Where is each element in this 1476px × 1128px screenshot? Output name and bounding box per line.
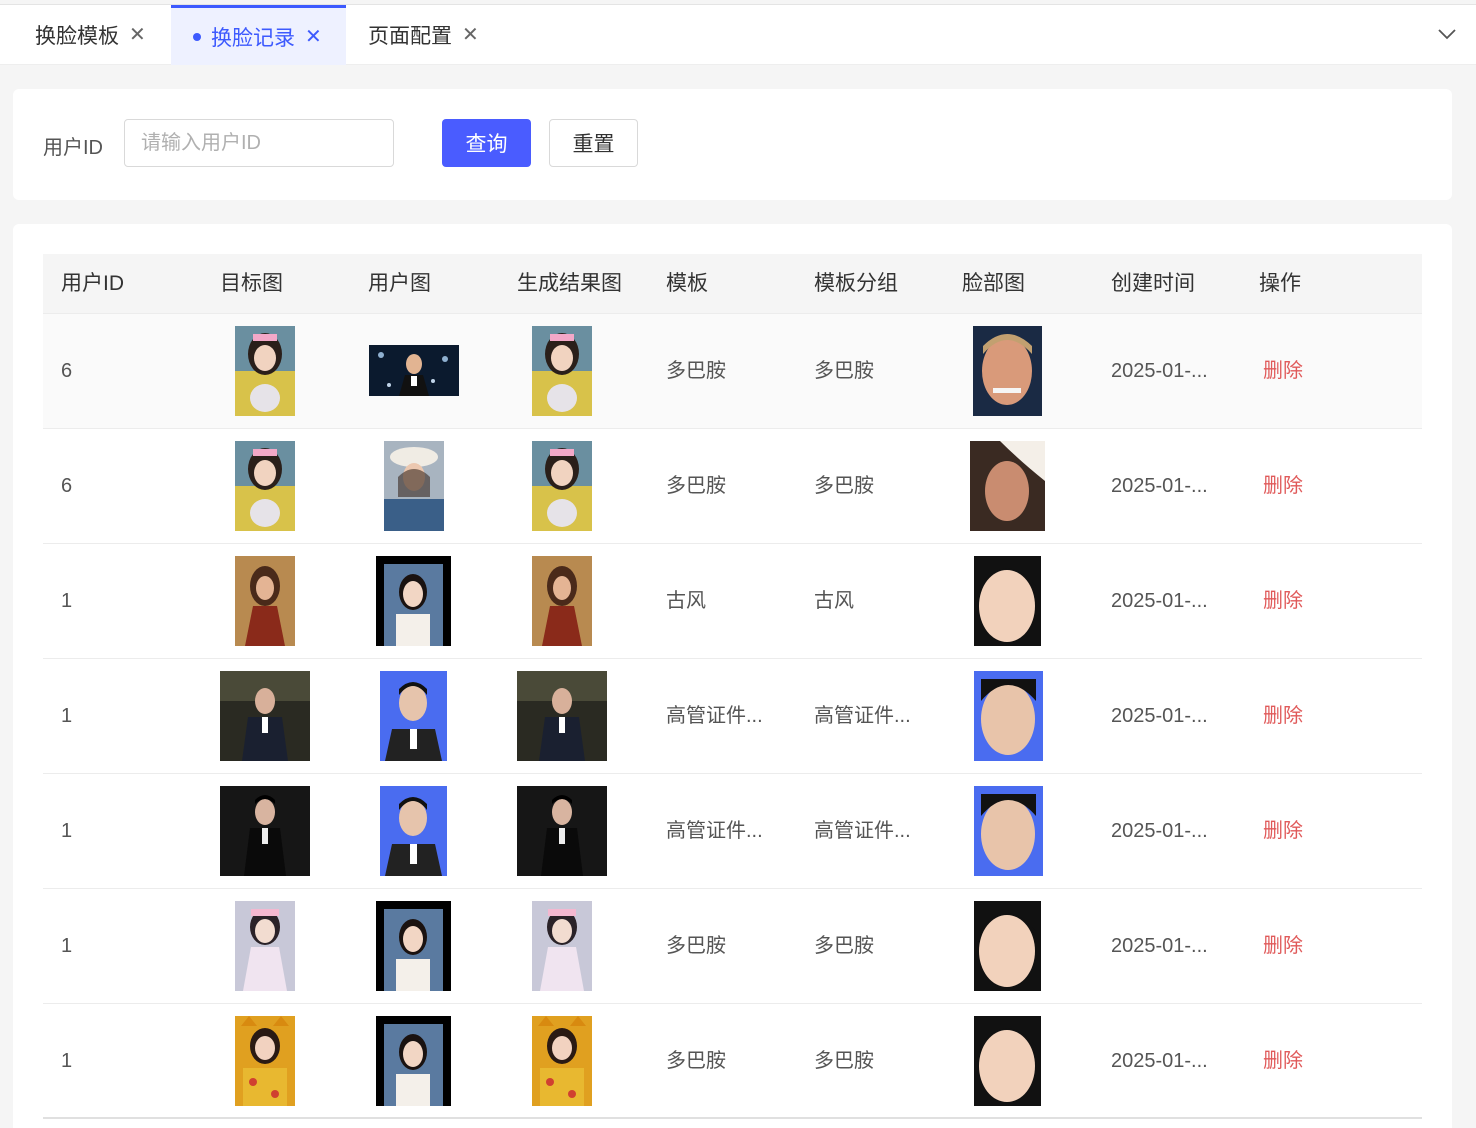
cell-user-id: 1 bbox=[61, 1050, 73, 1072]
col-user-image: 用户图 bbox=[368, 272, 431, 295]
user-image-thumbnail[interactable] bbox=[376, 901, 451, 991]
target-image-thumbnail[interactable] bbox=[235, 441, 295, 531]
tab-face-swap-records[interactable]: 换脸记录 ✕ bbox=[171, 5, 346, 65]
cell-created-time: 2025-01-... bbox=[1111, 590, 1208, 612]
cell-template-group: 高管证件... bbox=[814, 820, 911, 842]
col-created-time: 创建时间 bbox=[1111, 272, 1195, 295]
cell-created-time: 2025-01-... bbox=[1111, 360, 1208, 382]
result-image-thumbnail[interactable] bbox=[532, 441, 592, 531]
close-icon[interactable]: ✕ bbox=[129, 25, 146, 45]
cell-created-time: 2025-01-... bbox=[1111, 935, 1208, 957]
face-image-thumbnail[interactable] bbox=[970, 441, 1045, 531]
cell-created-time: 2025-01-... bbox=[1111, 705, 1208, 727]
result-image-thumbnail[interactable] bbox=[532, 326, 592, 416]
result-image-thumbnail[interactable] bbox=[532, 1016, 592, 1106]
close-icon[interactable]: ✕ bbox=[462, 25, 479, 45]
cell-created-time: 2025-01-... bbox=[1111, 820, 1208, 842]
face-image-thumbnail[interactable] bbox=[974, 671, 1043, 761]
result-image-thumbnail[interactable] bbox=[517, 671, 607, 761]
target-image-thumbnail[interactable] bbox=[235, 901, 295, 991]
cell-template: 多巴胺 bbox=[666, 1050, 726, 1072]
face-image-thumbnail[interactable] bbox=[974, 1016, 1041, 1106]
delete-link[interactable]: 删除 bbox=[1263, 429, 1303, 543]
cell-template: 多巴胺 bbox=[666, 935, 726, 957]
query-button[interactable]: 查询 bbox=[442, 119, 531, 167]
table-row: 1 古风 古风 2025-01-... 删除 bbox=[43, 544, 1422, 659]
table-row: 6 多巴胺 多巴胺 2025-01-... 删除 bbox=[43, 314, 1422, 429]
table-row: 1 多巴胺 多巴胺 2025-01-... 删除 bbox=[43, 889, 1422, 1004]
user-image-thumbnail[interactable] bbox=[380, 671, 447, 761]
target-image-thumbnail[interactable] bbox=[235, 556, 295, 646]
user-image-thumbnail[interactable] bbox=[380, 786, 447, 876]
cell-created-time: 2025-01-... bbox=[1111, 475, 1208, 497]
col-template: 模板 bbox=[666, 272, 708, 295]
cell-template-group: 多巴胺 bbox=[814, 935, 874, 957]
cell-template: 高管证件... bbox=[666, 705, 763, 727]
delete-link[interactable]: 删除 bbox=[1263, 659, 1303, 773]
user-image-thumbnail[interactable] bbox=[384, 441, 444, 531]
chevron-down-icon[interactable] bbox=[1436, 23, 1458, 45]
table-bottom-border bbox=[43, 1117, 1422, 1119]
user-image-thumbnail[interactable] bbox=[369, 345, 459, 396]
close-icon[interactable]: ✕ bbox=[305, 27, 322, 47]
face-image-thumbnail[interactable] bbox=[973, 326, 1042, 416]
target-image-thumbnail[interactable] bbox=[235, 1016, 295, 1106]
face-image-thumbnail[interactable] bbox=[974, 901, 1041, 991]
col-template-group: 模板分组 bbox=[814, 272, 898, 295]
target-image-thumbnail[interactable] bbox=[235, 326, 295, 416]
result-image-thumbnail[interactable] bbox=[532, 901, 592, 991]
table-row: 1 高管证件... 高管证件... 2025-01-... 删除 bbox=[43, 774, 1422, 889]
user-image-thumbnail[interactable] bbox=[376, 1016, 451, 1106]
result-image-thumbnail[interactable] bbox=[532, 556, 592, 646]
cell-template-group: 多巴胺 bbox=[814, 1050, 874, 1072]
result-image-thumbnail[interactable] bbox=[517, 786, 607, 876]
delete-link[interactable]: 删除 bbox=[1263, 774, 1303, 888]
cell-user-id: 1 bbox=[61, 705, 73, 727]
records-table-card: 用户ID 目标图 用户图 生成结果图 模板 模板分组 脸部图 创建时间 操作 6… bbox=[13, 224, 1452, 1128]
cell-template: 多巴胺 bbox=[666, 360, 726, 382]
delete-link[interactable]: 删除 bbox=[1263, 544, 1303, 658]
cell-template-group: 多巴胺 bbox=[814, 360, 874, 382]
cell-user-id: 1 bbox=[61, 820, 73, 842]
user-id-input[interactable] bbox=[124, 119, 394, 167]
target-image-thumbnail[interactable] bbox=[220, 786, 310, 876]
search-panel: 用户ID 查询 重置 bbox=[13, 89, 1452, 200]
col-user-id: 用户ID bbox=[61, 272, 124, 295]
cell-template: 高管证件... bbox=[666, 820, 763, 842]
cell-template: 古风 bbox=[666, 590, 706, 612]
col-actions: 操作 bbox=[1259, 272, 1301, 295]
col-target-image: 目标图 bbox=[220, 272, 283, 295]
target-image-thumbnail[interactable] bbox=[220, 671, 310, 761]
reset-button[interactable]: 重置 bbox=[549, 119, 638, 167]
delete-link[interactable]: 删除 bbox=[1263, 314, 1303, 428]
table-row: 6 多巴胺 多巴胺 2025-01-... 删除 bbox=[43, 429, 1422, 544]
user-image-thumbnail[interactable] bbox=[376, 556, 451, 646]
tab-page-config[interactable]: 页面配置 ✕ bbox=[368, 5, 479, 65]
cell-user-id: 1 bbox=[61, 590, 73, 612]
cell-template-group: 高管证件... bbox=[814, 705, 911, 727]
cell-user-id: 6 bbox=[61, 475, 73, 497]
cell-created-time: 2025-01-... bbox=[1111, 1050, 1208, 1072]
tab-face-swap-template[interactable]: 换脸模板 ✕ bbox=[35, 5, 146, 65]
face-image-thumbnail[interactable] bbox=[974, 556, 1041, 646]
delete-link[interactable]: 删除 bbox=[1263, 889, 1303, 1003]
table-header: 用户ID 目标图 用户图 生成结果图 模板 模板分组 脸部图 创建时间 操作 bbox=[43, 254, 1422, 314]
active-dot-icon bbox=[193, 32, 201, 41]
cell-user-id: 6 bbox=[61, 360, 73, 382]
tab-bar: 换脸模板 ✕ 换脸记录 ✕ 页面配置 ✕ bbox=[0, 5, 1476, 65]
col-result-image: 生成结果图 bbox=[517, 272, 622, 295]
tab-label: 换脸记录 bbox=[211, 26, 295, 50]
tab-label: 页面配置 bbox=[368, 25, 452, 48]
face-image-thumbnail[interactable] bbox=[974, 786, 1043, 876]
delete-link[interactable]: 删除 bbox=[1263, 1004, 1303, 1118]
cell-user-id: 1 bbox=[61, 935, 73, 957]
cell-template-group: 古风 bbox=[814, 590, 854, 612]
table-row: 1 高管证件... 高管证件... 2025-01-... 删除 bbox=[43, 659, 1422, 774]
user-id-label: 用户ID bbox=[43, 137, 103, 159]
cell-template: 多巴胺 bbox=[666, 475, 726, 497]
cell-template-group: 多巴胺 bbox=[814, 475, 874, 497]
tab-label: 换脸模板 bbox=[35, 25, 119, 48]
table-row: 1 多巴胺 多巴胺 2025-01-... 删除 bbox=[43, 1004, 1422, 1119]
col-face-image: 脸部图 bbox=[962, 272, 1025, 295]
